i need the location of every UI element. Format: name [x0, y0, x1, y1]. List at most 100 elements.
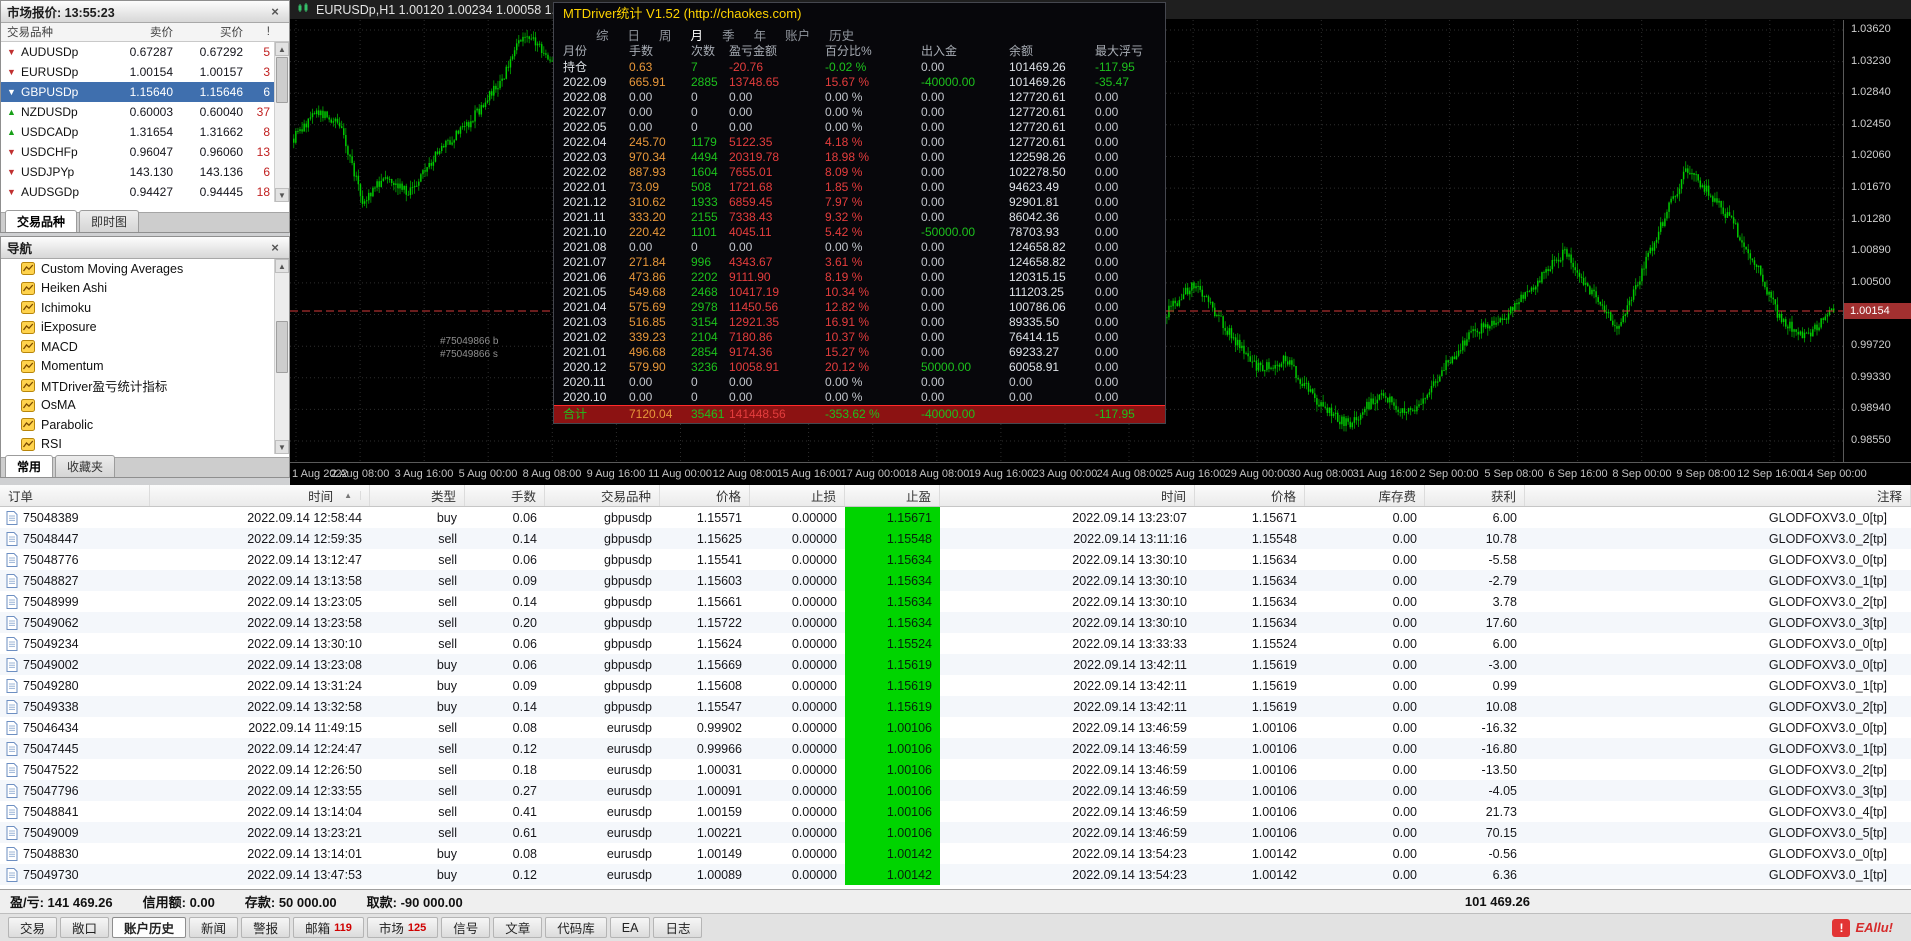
market-watch-row[interactable]: ▼ AUDUSDp 0.67287 0.67292 5: [1, 42, 289, 62]
navigator-tab[interactable]: 收藏夹: [55, 455, 116, 477]
history-row[interactable]: 75049338 2022.09.14 13:32:58 buy 0.14 gbpusd…: [0, 696, 1911, 717]
market-watch-row[interactable]: ▲ NZDUSDp 0.60003 0.60040 37: [1, 102, 289, 122]
order-doc-icon: [6, 867, 18, 882]
scrollbar-thumb[interactable]: [276, 57, 288, 103]
history-cell: 1.15671: [1251, 510, 1297, 525]
market-watch-row[interactable]: ▼ AUDSGDp 0.94427 0.94445 18: [1, 182, 289, 202]
history-row[interactable]: 75047445 2022.09.14 12:24:47 sell 0.12 eurus…: [0, 738, 1911, 759]
market-watch-tab[interactable]: 交易品种: [5, 210, 78, 232]
navigator-item[interactable]: Ichimoku: [1, 298, 289, 318]
history-column-6[interactable]: 止损: [750, 485, 845, 506]
bottom-tab-市场[interactable]: 市场 125: [366, 917, 439, 938]
scrollbar-thumb[interactable]: [276, 321, 288, 373]
history-row[interactable]: 75046434 2022.09.14 11:49:15 sell 0.08 eurus…: [0, 717, 1911, 738]
bottom-tab-敞口[interactable]: 敞口: [60, 917, 110, 938]
market-watch-row[interactable]: ▲ USDCADp 1.31654 1.31662 8: [1, 122, 289, 142]
navigator-scrollbar[interactable]: ▲ ▼: [274, 259, 289, 454]
bottom-tab-交易[interactable]: 交易: [8, 917, 58, 938]
history-cell: 0.14: [512, 531, 537, 546]
stats-tab-周[interactable]: 周: [659, 25, 672, 44]
stats-tab-账户[interactable]: 账户: [785, 25, 810, 44]
column-ask[interactable]: 买价: [173, 24, 243, 40]
bottom-tab-信号[interactable]: 信号: [441, 917, 491, 938]
history-cell: eurusdp: [606, 762, 652, 777]
bottom-tab-邮箱[interactable]: 邮箱 119: [293, 917, 364, 938]
history-column-10[interactable]: 库存费: [1305, 485, 1425, 506]
history-row[interactable]: 75047522 2022.09.14 12:26:50 sell 0.18 eurus…: [0, 759, 1911, 780]
order-doc-icon: [6, 531, 18, 546]
history-row[interactable]: 75048827 2022.09.14 13:13:58 sell 0.09 gbpus…: [0, 570, 1911, 591]
history-row[interactable]: 75049009 2022.09.14 13:23:21 sell 0.61 eurus…: [0, 822, 1911, 843]
history-row[interactable]: 75047796 2022.09.14 12:33:55 sell 0.27 eurus…: [0, 780, 1911, 801]
scroll-up-icon[interactable]: ▲: [275, 42, 289, 56]
history-row[interactable]: 75048447 2022.09.14 12:59:35 sell 0.14 gbpus…: [0, 528, 1911, 549]
history-column-11[interactable]: 获利: [1425, 485, 1525, 506]
history-cell: 0.00000: [791, 825, 837, 840]
history-row[interactable]: 75048389 2022.09.14 12:58:44 buy 0.06 gbpusd…: [0, 507, 1911, 528]
scroll-up-icon[interactable]: ▲: [275, 259, 289, 273]
market-watch-tab[interactable]: 即时图: [79, 210, 140, 232]
stats-tab-日[interactable]: 日: [628, 25, 641, 44]
history-column-7[interactable]: 止盈: [845, 485, 940, 506]
stats-tab-历史[interactable]: 历史: [829, 25, 854, 44]
scroll-down-icon[interactable]: ▼: [275, 440, 289, 454]
close-icon[interactable]: ×: [267, 240, 283, 255]
column-bid[interactable]: 卖价: [101, 24, 173, 40]
history-row[interactable]: 75049062 2022.09.14 13:23:58 sell 0.20 gbpus…: [0, 612, 1911, 633]
market-watch-row[interactable]: ▼ USDJPYp 143.130 143.136 6: [1, 162, 289, 182]
stats-tab-季[interactable]: 季: [722, 25, 735, 44]
navigator-item[interactable]: Heiken Ashi: [1, 279, 289, 299]
price-axis[interactable]: 1.03620 1.03230 1.02840 1.02450 1.02060 1.016…: [1843, 20, 1911, 462]
history-column-4[interactable]: 交易品种: [545, 485, 660, 506]
history-column-1[interactable]: 时间 ▲: [150, 485, 370, 506]
history-column-3[interactable]: 手数: [465, 485, 545, 506]
bottom-tab-账户历史[interactable]: 账户历史: [112, 917, 187, 938]
market-watch-row[interactable]: ▼ GBPUSDp 1.15640 1.15646 6: [1, 82, 289, 102]
history-row[interactable]: 75049002 2022.09.14 13:23:08 buy 0.06 gbpusd…: [0, 654, 1911, 675]
price-axis-label: 1.03230: [1851, 55, 1891, 67]
navigator-tab[interactable]: 常用: [5, 455, 54, 477]
bottom-tab-警报[interactable]: 警报: [241, 917, 291, 938]
time-axis[interactable]: 1 Aug 2022 2 Aug 08:00 3 Aug 16:00 5 Aug 00…: [290, 462, 1911, 485]
bottom-tab-新闻[interactable]: 新闻: [189, 917, 239, 938]
scroll-down-icon[interactable]: ▼: [275, 188, 289, 202]
navigator-item[interactable]: Custom Moving Averages: [1, 259, 289, 279]
column-spread[interactable]: !: [243, 26, 274, 38]
history-column-2[interactable]: 类型: [370, 485, 465, 506]
history-row[interactable]: 75048830 2022.09.14 13:14:01 buy 0.08 eurusd…: [0, 843, 1911, 864]
bottom-tab-文章[interactable]: 文章: [493, 917, 543, 938]
history-row[interactable]: 75048776 2022.09.14 13:12:47 sell 0.06 gbpus…: [0, 549, 1911, 570]
history-row[interactable]: 75048841 2022.09.14 13:14:04 sell 0.41 eurus…: [0, 801, 1911, 822]
bottom-tab-代码库[interactable]: 代码库: [545, 917, 607, 938]
navigator-item[interactable]: RSI: [1, 435, 289, 455]
market-watch-row[interactable]: ▼ EURUSDp 1.00154 1.00157 3: [1, 62, 289, 82]
tick-up-icon: ▲: [7, 127, 16, 137]
history-row[interactable]: 75049234 2022.09.14 13:30:10 sell 0.06 gbpus…: [0, 633, 1911, 654]
navigator-item[interactable]: Parabolic: [1, 415, 289, 435]
stats-tab-月[interactable]: 月: [691, 25, 704, 44]
column-symbol[interactable]: 交易品种: [1, 24, 101, 40]
stats-panel-tabs: 综日周月季年账户 历史: [554, 25, 1165, 43]
history-row[interactable]: 75048999 2022.09.14 13:23:05 sell 0.14 gbpus…: [0, 591, 1911, 612]
history-cell: 1.00221: [696, 825, 742, 840]
history-column-9[interactable]: 价格: [1195, 485, 1305, 506]
history-column-8[interactable]: 时间: [940, 485, 1195, 506]
history-column-12[interactable]: 注释: [1525, 485, 1911, 506]
navigator-item[interactable]: MACD: [1, 337, 289, 357]
navigator-item[interactable]: OsMA: [1, 396, 289, 416]
history-row[interactable]: 75049280 2022.09.14 13:31:24 buy 0.09 gbpusd…: [0, 675, 1911, 696]
history-column-0[interactable]: 订单: [0, 485, 150, 506]
history-row[interactable]: 75049730 2022.09.14 13:47:53 buy 0.12 eurusd…: [0, 864, 1911, 885]
navigator-item[interactable]: MTDriver盈亏统计指标: [1, 376, 289, 396]
bottom-tab-EA[interactable]: EA: [609, 917, 651, 938]
close-icon[interactable]: ×: [267, 4, 283, 19]
bottom-tab-日志[interactable]: 日志: [653, 917, 703, 938]
stats-tab-综[interactable]: 综: [596, 25, 609, 44]
navigator-item[interactable]: iExposure: [1, 318, 289, 338]
history-cell: 1.15619: [1251, 657, 1297, 672]
stats-tab-年[interactable]: 年: [754, 25, 767, 44]
market-watch-row[interactable]: ▼ USDCHFp 0.96047 0.96060 13: [1, 142, 289, 162]
navigator-item[interactable]: Momentum: [1, 357, 289, 377]
history-column-5[interactable]: 价格: [660, 485, 750, 506]
market-watch-scrollbar[interactable]: ▲ ▼: [274, 42, 289, 202]
